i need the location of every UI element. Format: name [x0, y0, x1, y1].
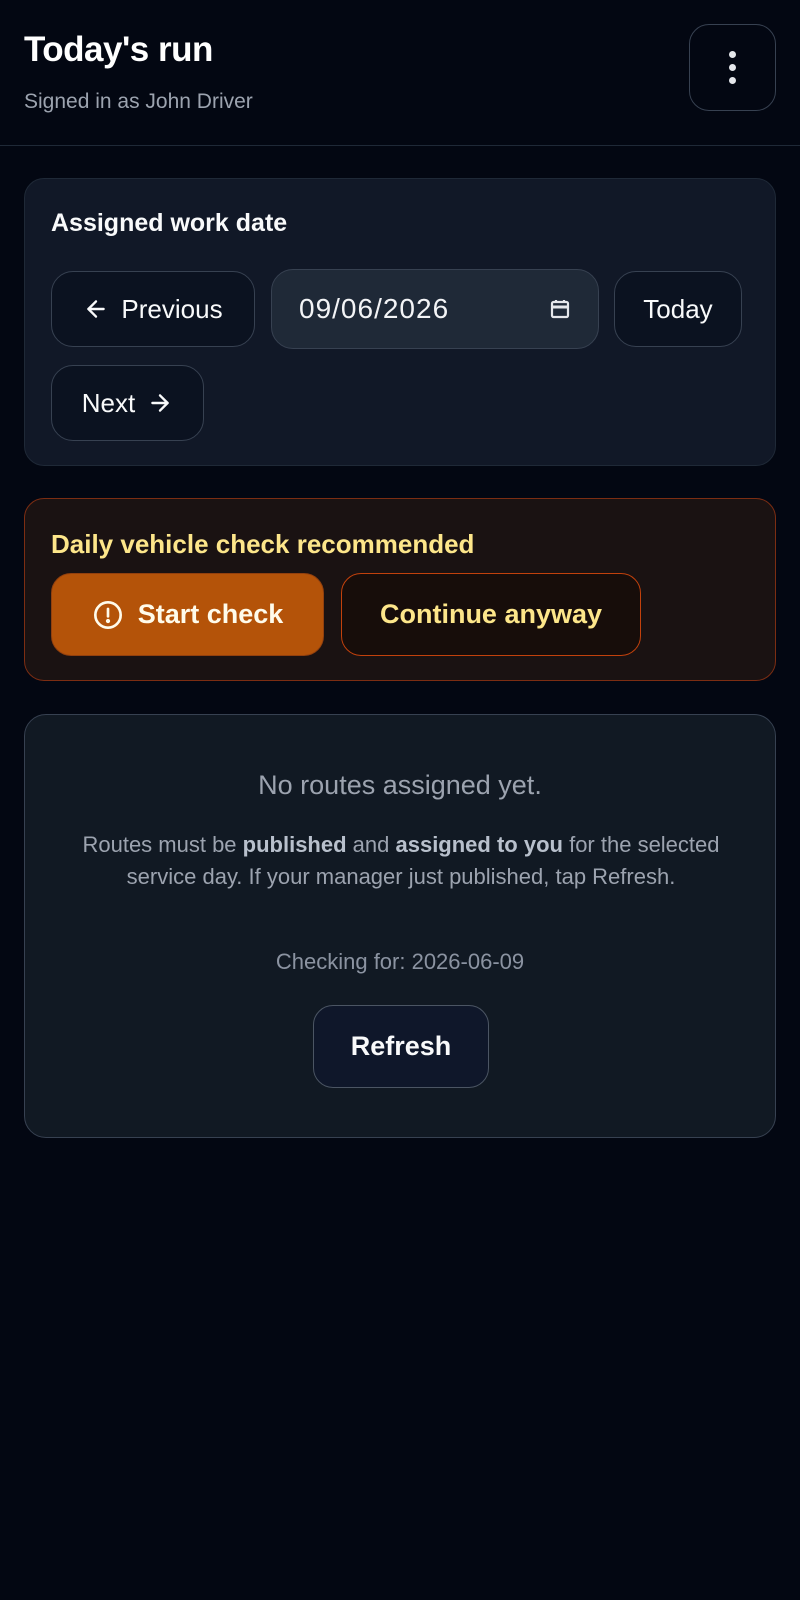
previous-day-button[interactable]: Previous — [51, 271, 255, 347]
checking-date-text: Checking for: 2026-06-09 — [275, 949, 525, 974]
today-label: Today — [643, 293, 713, 324]
work-date-value: 09/06/2026 — [299, 293, 450, 324]
calendar-icon[interactable] — [548, 297, 572, 321]
next-label: Next — [81, 387, 136, 418]
desc-bold-published: published — [242, 832, 347, 857]
refresh-button[interactable]: Refresh — [313, 1005, 489, 1088]
arrow-left-icon — [87, 300, 106, 318]
desc-text-2: and — [346, 832, 396, 857]
work-date-title: Assigned work date — [51, 209, 288, 237]
next-day-button[interactable]: Next — [51, 365, 204, 441]
more-menu-button[interactable] — [689, 24, 776, 111]
desc-text-1: Routes must be — [82, 832, 243, 857]
start-check-label: Start check — [137, 599, 284, 629]
arrow-right-icon — [151, 394, 170, 412]
no-routes-description: Routes must be published and assigned to… — [81, 829, 721, 893]
work-date-card: Assigned work date Previous 09/06/2026 T… — [24, 178, 776, 466]
desc-bold-assigned: assigned to you — [395, 832, 563, 857]
no-routes-card: No routes assigned yet. Routes must be p… — [24, 714, 776, 1138]
continue-anyway-button[interactable]: Continue anyway — [341, 573, 641, 656]
signed-in-label: Signed in as John Driver — [24, 90, 253, 113]
app-header: Today's run Signed in as John Driver — [0, 0, 800, 146]
alert-circle-icon — [93, 600, 122, 629]
continue-anyway-label: Continue anyway — [379, 599, 603, 629]
start-check-button[interactable]: Start check — [51, 573, 324, 656]
page-title: Today's run — [24, 30, 213, 69]
vehicle-check-title: Daily vehicle check recommended — [51, 529, 475, 559]
vehicle-check-banner: Daily vehicle check recommended Start ch… — [24, 498, 776, 681]
previous-label: Previous — [121, 293, 223, 324]
today-button[interactable]: Today — [614, 271, 742, 347]
more-vertical-icon — [729, 51, 736, 84]
refresh-label: Refresh — [350, 1031, 452, 1061]
no-routes-title: No routes assigned yet. — [258, 770, 542, 800]
work-date-input[interactable]: 09/06/2026 — [271, 269, 599, 349]
